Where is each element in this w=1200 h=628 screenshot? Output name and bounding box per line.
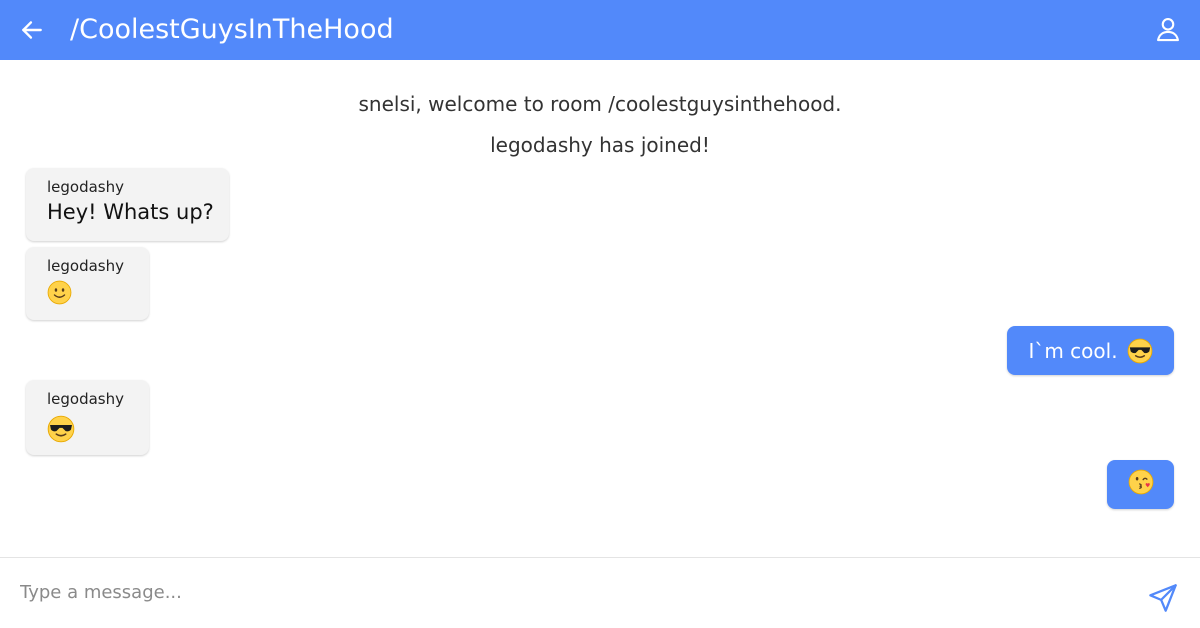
send-icon (1149, 584, 1177, 612)
message-list[interactable]: snelsi, welcome to room /coolestguysinth… (0, 60, 1200, 557)
sunglasses-face-icon (1127, 338, 1152, 363)
slightly-smiling-face-icon (47, 280, 72, 305)
message-input[interactable] (20, 575, 1120, 609)
incoming-message: legodashy Hey! Whats up? (26, 168, 229, 241)
app-header: /CoolestGuysInTheHood (0, 0, 1200, 60)
system-message-joined: legodashy has joined! (490, 133, 710, 157)
profile-button[interactable] (1150, 11, 1186, 47)
outgoing-message (1107, 460, 1174, 509)
arrow-left-icon (22, 21, 42, 39)
sunglasses-face-icon (47, 415, 75, 443)
user-icon (1157, 18, 1179, 42)
message-text: Hey! Whats up? (47, 200, 214, 224)
incoming-message: legodashy (26, 380, 149, 455)
message-text: I`m cool. (1028, 338, 1118, 363)
send-button[interactable] (1146, 581, 1180, 615)
system-message-welcome: snelsi, welcome to room /coolestguysinth… (358, 92, 842, 116)
message-sender: legodashy (47, 257, 125, 275)
message-emoji (47, 280, 129, 305)
message-emoji (47, 415, 129, 443)
back-button[interactable] (14, 12, 50, 48)
kissing-face-icon (1128, 469, 1153, 495)
chat-app: /CoolestGuysInTheHood snelsi, welcome to… (0, 0, 1200, 628)
composer (0, 557, 1200, 628)
message-sender: legodashy (47, 390, 125, 408)
outgoing-message: I`m cool. (1007, 326, 1174, 375)
incoming-message: legodashy (26, 247, 149, 320)
room-title: /CoolestGuysInTheHood (70, 14, 394, 45)
message-sender: legodashy (47, 178, 125, 196)
